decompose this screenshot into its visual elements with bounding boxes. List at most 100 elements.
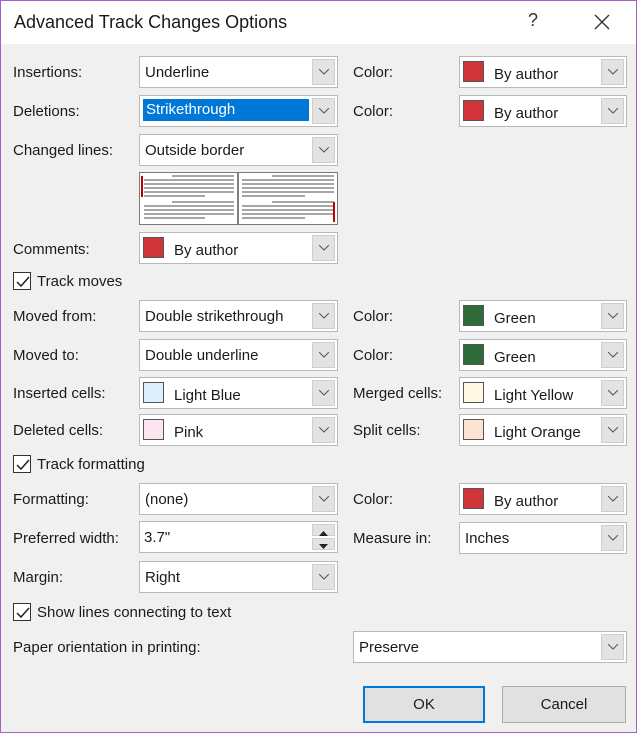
dropdown-arrow[interactable] <box>312 417 335 443</box>
insertions-value: Underline <box>145 64 210 81</box>
deleted-cells-value: Pink <box>174 424 204 441</box>
insertions-dropdown[interactable]: Underline <box>139 56 338 88</box>
deletions-color-label: Color: <box>353 103 394 120</box>
checkmark-icon <box>16 607 30 619</box>
split-cells-dropdown[interactable]: Light Orange <box>459 414 627 446</box>
chevron-down-icon <box>319 108 329 114</box>
show-lines-label: Show lines connecting to text <box>37 603 232 621</box>
color-swatch <box>143 237 164 258</box>
dialog-title: Advanced Track Changes Options <box>14 12 288 32</box>
chevron-down-icon <box>319 352 329 358</box>
measure-in-label: Measure in: <box>353 530 432 547</box>
cancel-button[interactable]: Cancel <box>502 686 626 723</box>
track-formatting-checkbox[interactable]: Track formatting <box>13 455 145 473</box>
dropdown-arrow[interactable] <box>601 525 624 551</box>
comments-label: Comments: <box>13 241 90 258</box>
checkbox-box[interactable] <box>13 272 31 290</box>
ok-button[interactable]: OK <box>363 686 485 723</box>
chevron-down-icon <box>608 352 618 358</box>
chevron-down-icon <box>319 574 329 580</box>
dropdown-arrow[interactable] <box>601 486 624 512</box>
chevron-down-icon <box>319 390 329 396</box>
moved-from-color-dropdown[interactable]: Green <box>459 300 627 332</box>
inserted-cells-dropdown[interactable]: Light Blue <box>139 377 338 409</box>
formatting-value: (none) <box>145 491 189 508</box>
dropdown-arrow[interactable] <box>601 634 624 660</box>
triangle-up-icon <box>319 531 328 536</box>
spin-down-button[interactable] <box>312 538 335 550</box>
help-button[interactable]: ? <box>528 10 538 31</box>
track-moves-label: Track moves <box>37 272 123 290</box>
deletions-label: Deletions: <box>13 103 80 120</box>
color-swatch <box>143 419 164 440</box>
dropdown-arrow[interactable] <box>312 380 335 406</box>
close-button[interactable] <box>587 7 617 37</box>
dropdown-arrow[interactable] <box>312 59 335 85</box>
checkmark-icon <box>16 276 30 288</box>
dropdown-arrow[interactable] <box>312 486 335 512</box>
dropdown-arrow[interactable] <box>312 98 335 124</box>
dropdown-arrow[interactable] <box>601 303 624 329</box>
insertions-label: Insertions: <box>13 64 83 81</box>
insertions-color-dropdown[interactable]: By author <box>459 56 627 88</box>
comments-color-dropdown[interactable]: By author <box>139 232 338 264</box>
deletions-value: Strikethrough <box>143 99 309 121</box>
chevron-down-icon <box>608 644 618 650</box>
paper-orientation-dropdown[interactable]: Preserve <box>353 631 627 663</box>
formatting-color-dropdown[interactable]: By author <box>459 483 627 515</box>
page-preview-graphic <box>141 173 335 224</box>
close-icon <box>594 14 610 30</box>
preferred-width-spinner[interactable]: 3.7" <box>139 521 338 553</box>
spin-up-button[interactable] <box>312 524 335 536</box>
track-moves-checkbox[interactable]: Track moves <box>13 272 122 290</box>
dropdown-arrow[interactable] <box>601 59 624 85</box>
inserted-cells-label: Inserted cells: <box>13 385 106 402</box>
changed-lines-dropdown[interactable]: Outside border <box>139 134 338 166</box>
dropdown-arrow[interactable] <box>312 235 335 261</box>
formatting-dropdown[interactable]: (none) <box>139 483 338 515</box>
moved-from-label: Moved from: <box>13 308 97 325</box>
formatting-color-value: By author <box>494 493 559 510</box>
margin-dropdown[interactable]: Right <box>139 561 338 593</box>
title-bar: Advanced Track Changes Options ? <box>1 1 636 44</box>
moved-to-dropdown[interactable]: Double underline <box>139 339 338 371</box>
moved-to-label: Moved to: <box>13 347 79 364</box>
dropdown-arrow[interactable] <box>312 564 335 590</box>
chevron-down-icon <box>608 390 618 396</box>
deletions-color-dropdown[interactable]: By author <box>459 95 627 127</box>
dropdown-arrow[interactable] <box>312 342 335 368</box>
changed-lines-preview <box>139 172 338 225</box>
color-swatch <box>463 100 484 121</box>
dropdown-arrow[interactable] <box>601 417 624 443</box>
chevron-down-icon <box>608 496 618 502</box>
moved-to-color-dropdown[interactable]: Green <box>459 339 627 371</box>
merged-cells-dropdown[interactable]: Light Yellow <box>459 377 627 409</box>
dropdown-arrow[interactable] <box>601 342 624 368</box>
formatting-label: Formatting: <box>13 491 89 508</box>
show-lines-checkbox[interactable]: Show lines connecting to text <box>13 603 231 621</box>
measure-in-dropdown[interactable]: Inches <box>459 522 627 554</box>
chevron-down-icon <box>319 496 329 502</box>
color-swatch <box>463 488 484 509</box>
changed-lines-value: Outside border <box>145 142 245 159</box>
advanced-track-changes-dialog: Advanced Track Changes Options ? Inserti… <box>0 0 637 733</box>
moved-to-color-label: Color: <box>353 347 394 364</box>
moved-from-dropdown[interactable]: Double strikethrough <box>139 300 338 332</box>
deleted-cells-dropdown[interactable]: Pink <box>139 414 338 446</box>
chevron-down-icon <box>319 69 329 75</box>
dropdown-arrow[interactable] <box>601 380 624 406</box>
moved-from-color-label: Color: <box>353 308 394 325</box>
checkbox-box[interactable] <box>13 455 31 473</box>
dropdown-arrow[interactable] <box>312 137 335 163</box>
dropdown-arrow[interactable] <box>601 98 624 124</box>
chevron-down-icon <box>608 535 618 541</box>
checkbox-box[interactable] <box>13 603 31 621</box>
chevron-down-icon <box>319 313 329 319</box>
color-swatch <box>463 305 484 326</box>
preferred-width-value[interactable]: 3.7" <box>144 529 170 546</box>
moved-to-value: Double underline <box>145 347 259 364</box>
dropdown-arrow[interactable] <box>312 303 335 329</box>
measure-in-value: Inches <box>465 530 510 547</box>
deletions-dropdown[interactable]: Strikethrough <box>139 95 338 127</box>
paper-orientation-value: Preserve <box>359 639 420 656</box>
